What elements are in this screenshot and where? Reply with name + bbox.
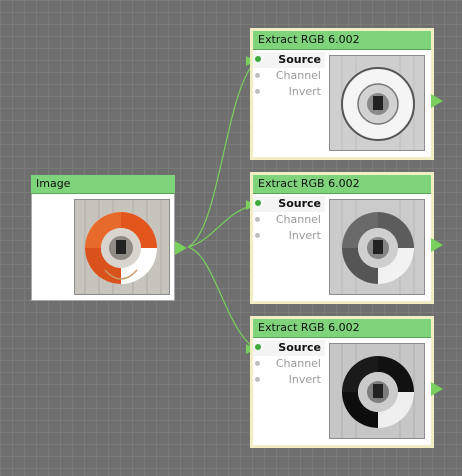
green-channel-thumbnail [329,199,425,295]
extract-node-title: Extract RGB 6.002 [258,177,360,190]
image-node-header[interactable]: Image [31,175,175,194]
image-preview-thumbnail [74,199,170,295]
extract-output-port[interactable] [431,238,443,252]
extract-node-title: Extract RGB 6.002 [258,33,360,46]
wire-to-node-3[interactable] [187,246,257,350]
port-connector-icon[interactable] [255,56,261,62]
image-node-title: Image [36,177,71,190]
port-source[interactable]: Source [253,340,325,356]
port-invert[interactable]: Invert [253,84,325,100]
wire-to-node-1[interactable] [187,60,257,248]
port-channel[interactable]: Channel [253,356,325,372]
extract-rgb-node-2[interactable]: Extract RGB 6.002 Source Channel Invert [250,172,443,304]
port-source[interactable]: Source [253,52,325,68]
port-connector-icon[interactable] [255,361,260,366]
extract-output-port[interactable] [431,94,443,108]
extract-node-title: Extract RGB 6.002 [258,321,360,334]
extract-node-header[interactable]: Extract RGB 6.002 [253,31,431,50]
port-invert[interactable]: Invert [253,372,325,388]
image-node[interactable]: Image [31,175,187,301]
port-connector-icon[interactable] [255,200,261,206]
wire-to-node-2[interactable] [187,204,257,248]
blue-channel-thumbnail [329,343,425,439]
extract-output-port[interactable] [431,382,443,396]
extract-node-header[interactable]: Extract RGB 6.002 [253,175,431,194]
port-invert[interactable]: Invert [253,228,325,244]
port-connector-icon[interactable] [255,89,260,94]
port-connector-icon[interactable] [255,73,260,78]
extract-node-header[interactable]: Extract RGB 6.002 [253,319,431,338]
extract-rgb-node-1[interactable]: Extract RGB 6.002 Source Channel Invert [250,28,443,160]
port-connector-icon[interactable] [255,217,260,222]
port-channel[interactable]: Channel [253,212,325,228]
port-channel[interactable]: Channel [253,68,325,84]
red-channel-thumbnail [329,55,425,151]
port-connector-icon[interactable] [255,377,260,382]
port-source[interactable]: Source [253,196,325,212]
image-output-port[interactable] [175,241,187,255]
extract-rgb-node-3[interactable]: Extract RGB 6.002 Source Channel Invert [250,316,443,448]
port-connector-icon[interactable] [255,344,261,350]
port-connector-icon[interactable] [255,233,260,238]
